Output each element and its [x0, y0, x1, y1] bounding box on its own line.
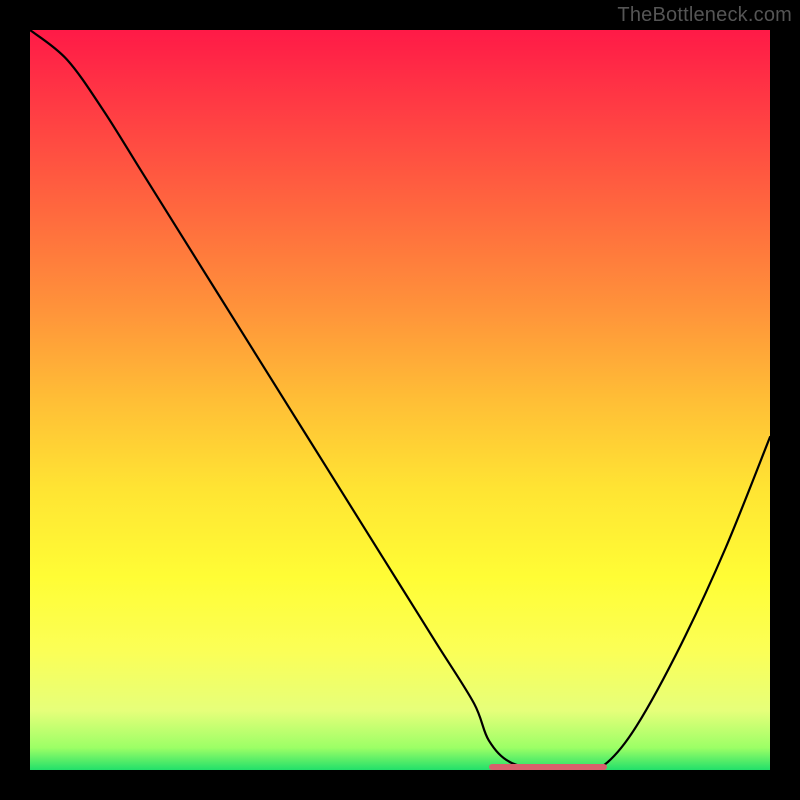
- watermark-text: TheBottleneck.com: [617, 4, 792, 27]
- plot-area: [30, 30, 770, 770]
- chart-frame: TheBottleneck.com: [0, 0, 800, 800]
- bottleneck-curve: [30, 30, 770, 770]
- optimal-range-marker: [489, 764, 607, 770]
